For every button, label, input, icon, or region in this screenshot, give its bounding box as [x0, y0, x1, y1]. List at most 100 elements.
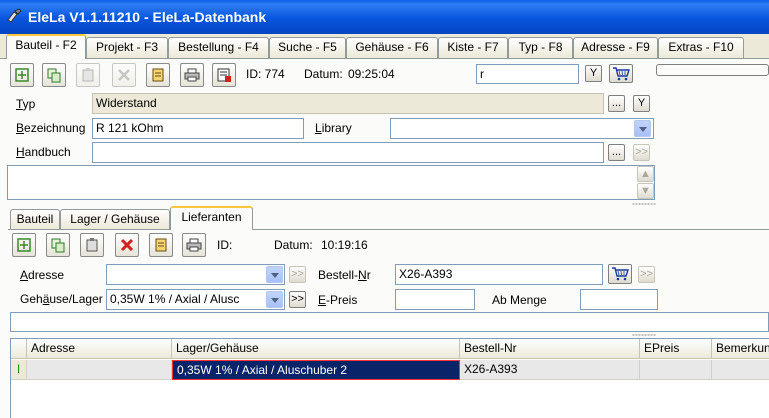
- tab-suche[interactable]: Suche - F5: [269, 37, 346, 58]
- e-preis-label: E-Preis: [318, 293, 358, 307]
- lieferant-paste-button[interactable]: [80, 233, 104, 257]
- copy-icon: [51, 238, 65, 253]
- printer-icon: [184, 68, 200, 82]
- y-filter-button[interactable]: Y: [585, 65, 602, 82]
- typ-browse-button[interactable]: ...: [608, 95, 625, 112]
- delete-button[interactable]: [112, 63, 136, 87]
- bestell-nr-label: Bestell-Nr: [318, 268, 371, 282]
- lieferant-new-button[interactable]: [12, 233, 36, 257]
- cell-bemerkung[interactable]: [712, 360, 769, 380]
- lieferant-print-button[interactable]: [182, 233, 206, 257]
- record-id: ID: 774: [246, 67, 285, 81]
- datum-value: 09:25:04: [348, 67, 395, 81]
- lieferanten-grid[interactable]: Adresse Lager/Gehäuse Bestell-Nr EPreis …: [10, 338, 769, 418]
- shopping-cart-icon: [613, 67, 630, 81]
- gehaeuse-lager-dropdown[interactable]: 0,35W 1% / Axial / Alusc: [106, 289, 285, 310]
- printer-icon: [186, 238, 202, 252]
- adresse-goto-button[interactable]: >>: [289, 266, 306, 283]
- subtab-lieferanten[interactable]: Lieferanten: [170, 206, 253, 230]
- subtab-bauteil[interactable]: Bauteil: [10, 209, 60, 229]
- notepad-icon: [152, 68, 164, 82]
- cell-adresse[interactable]: [27, 360, 172, 380]
- paste-icon: [82, 68, 94, 82]
- handbuch-field[interactable]: [92, 142, 604, 163]
- grid-splitter-grip[interactable]: [632, 334, 656, 336]
- tab-gehaeuse[interactable]: Gehäuse - F6: [346, 37, 438, 58]
- copy-icon: [47, 68, 61, 83]
- delete-icon: [118, 69, 130, 81]
- lieferant-edit-button[interactable]: [149, 233, 173, 257]
- bestell-nr-goto-button[interactable]: >>: [638, 266, 655, 283]
- bestell-nr-field[interactable]: X26-A393: [395, 264, 603, 285]
- ab-menge-label: Ab Menge: [492, 293, 547, 307]
- cell-lager-selected[interactable]: 0,35W 1% / Axial / Aluschuber 2: [172, 360, 460, 380]
- adresse-dropdown-arrow[interactable]: [266, 266, 283, 283]
- library-dropdown-arrow[interactable]: [634, 120, 651, 137]
- subtab-divider: [8, 229, 769, 230]
- notes-scroll-up[interactable]: ▲: [637, 166, 654, 182]
- notepad-icon: [155, 238, 167, 252]
- lieferant-id: ID:: [217, 238, 233, 252]
- tab-adresse[interactable]: Adresse - F9: [573, 37, 658, 58]
- title-bar: EleLa V1.1.11210 - EleLa-Datenbank: [0, 0, 769, 34]
- lieferant-cart-button[interactable]: [608, 264, 632, 284]
- handbuch-label: Handbuch: [16, 145, 71, 159]
- copy-button[interactable]: [42, 63, 66, 87]
- edit-button[interactable]: [146, 63, 170, 87]
- gehaeuse-dropdown-arrow[interactable]: [266, 291, 283, 308]
- lieferant-datum-label: Datum:: [274, 238, 313, 252]
- library-label: Library: [315, 121, 352, 135]
- subtab-lager-gehaeuse[interactable]: Lager / Gehäuse: [60, 209, 170, 229]
- handbuch-browse-button[interactable]: ...: [608, 144, 625, 161]
- cell-epreis[interactable]: [640, 360, 712, 380]
- row-indicator[interactable]: I: [11, 360, 27, 380]
- column-header-adresse[interactable]: Adresse: [27, 339, 172, 359]
- print-label-button[interactable]: [212, 63, 236, 87]
- bezeichnung-field[interactable]: R 121 kOhm: [92, 118, 304, 139]
- tab-typ[interactable]: Typ - F8: [508, 37, 573, 58]
- e-preis-field[interactable]: [395, 289, 475, 310]
- column-header-lager[interactable]: Lager/Gehäuse: [172, 339, 460, 359]
- lieferant-datum-value: 10:19:16: [321, 238, 368, 252]
- notes-scroll-down[interactable]: ▼: [637, 183, 654, 199]
- notes-textarea[interactable]: [7, 165, 655, 200]
- column-header-bemerkung[interactable]: Bemerkung: [712, 339, 769, 359]
- new-record-icon: [15, 68, 29, 82]
- lieferant-copy-button[interactable]: [46, 233, 70, 257]
- bezeichnung-label: Bezeichnung: [16, 121, 86, 135]
- tab-projekt[interactable]: Projekt - F3: [86, 37, 168, 58]
- new-button[interactable]: [10, 63, 34, 87]
- cell-bestell-nr[interactable]: X26-A393: [460, 360, 640, 380]
- progress-bar: [656, 64, 769, 76]
- shopping-cart-icon: [612, 267, 629, 281]
- print-label-icon: [217, 68, 231, 82]
- column-header-bestell-nr[interactable]: Bestell-Nr: [460, 339, 640, 359]
- adresse-label: Adresse: [20, 268, 65, 282]
- gehaeuse-goto-button[interactable]: >>: [289, 291, 306, 308]
- new-record-icon: [17, 238, 31, 252]
- column-header-epreis[interactable]: EPreis: [640, 339, 712, 359]
- typ-label: Typ: [16, 97, 36, 111]
- datum-label: Datum:: [304, 67, 343, 81]
- print-button[interactable]: [180, 63, 204, 87]
- lieferant-delete-button[interactable]: [115, 233, 139, 257]
- typ-field[interactable]: Widerstand: [92, 93, 604, 114]
- search-input[interactable]: r: [476, 64, 579, 84]
- adresse-dropdown[interactable]: [106, 264, 285, 285]
- gehaeuse-lager-label: Gehäuse/Lager: [20, 292, 103, 306]
- lieferant-notes-field[interactable]: [10, 312, 769, 332]
- library-dropdown[interactable]: [390, 118, 654, 139]
- ab-menge-field[interactable]: [580, 289, 658, 310]
- tab-kiste[interactable]: Kiste - F7: [438, 37, 508, 58]
- tab-bestellung[interactable]: Bestellung - F4: [168, 37, 269, 58]
- cart-button[interactable]: [609, 64, 633, 83]
- typ-y-button[interactable]: Y: [633, 95, 650, 112]
- grid-corner: [11, 339, 27, 359]
- splitter-grip[interactable]: [632, 203, 656, 205]
- tab-bauteil[interactable]: Bauteil - F2: [6, 34, 86, 59]
- paste-button[interactable]: [76, 63, 100, 87]
- app-icon: [7, 8, 22, 23]
- handbuch-open-button[interactable]: >>: [633, 144, 650, 161]
- tab-extras[interactable]: Extras - F10: [658, 37, 744, 58]
- paste-icon: [86, 238, 98, 252]
